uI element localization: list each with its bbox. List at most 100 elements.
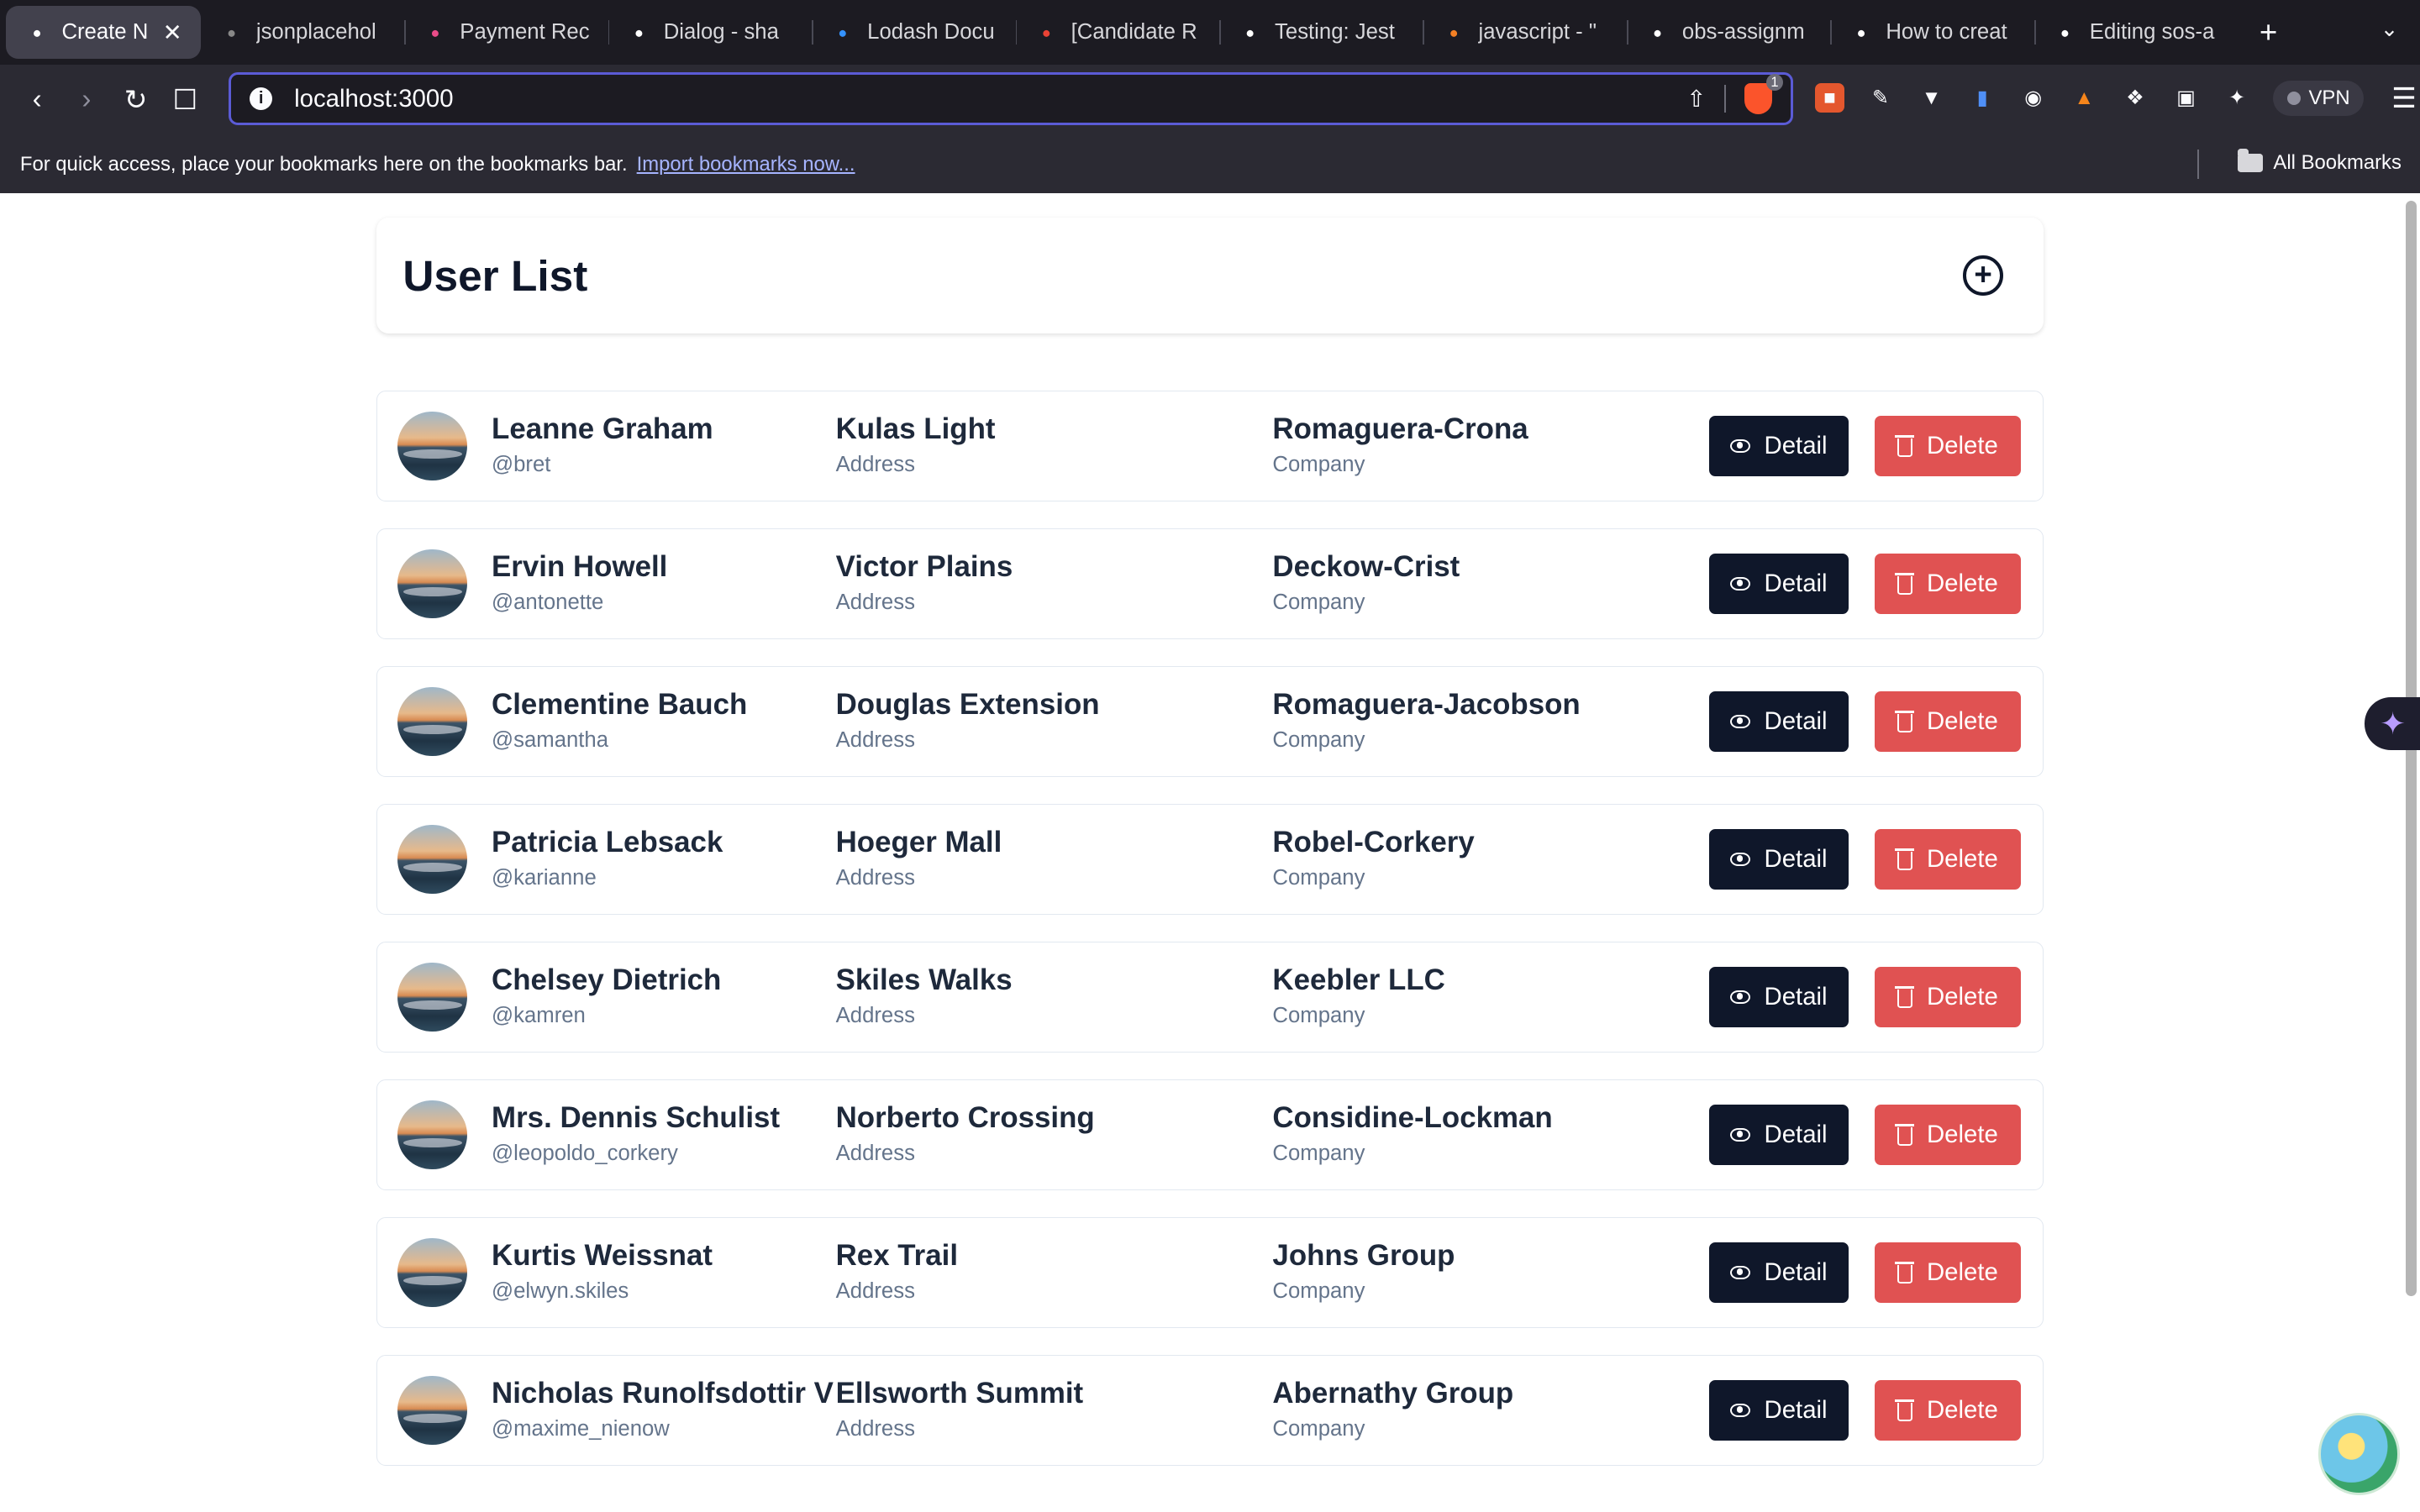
detail-label: Detail — [1764, 982, 1828, 1011]
delete-button[interactable]: Delete — [1874, 967, 2022, 1027]
browser-tab[interactable]: ● How to creat — [1830, 6, 2033, 58]
user-row: Leanne Graham @bret Kulas Light Address … — [376, 390, 2044, 501]
user-address-cell: Rex Trail Address — [836, 1239, 958, 1303]
hamburger-menu-icon[interactable]: ☰ — [2391, 81, 2417, 115]
plus-icon: + — [1974, 257, 1992, 292]
avatar — [397, 549, 467, 619]
vpn-button[interactable]: VPN — [2273, 80, 2365, 117]
user-name: Leanne Graham — [492, 412, 713, 446]
user-address-cell: Douglas Extension Address — [836, 688, 1100, 752]
screenshot-extension-icon[interactable]: ◉ — [2018, 83, 2048, 113]
detail-button[interactable]: Detail — [1709, 691, 1849, 752]
delete-button[interactable]: Delete — [1874, 1380, 2022, 1441]
user-company: Deckow-Crist — [1272, 550, 1460, 584]
browser-tab[interactable]: ● Payment Rec — [404, 6, 608, 58]
leo-ai-icon[interactable]: ✦ — [2223, 83, 2252, 113]
user-name: Clementine Bauch — [492, 688, 748, 722]
detail-button[interactable]: Detail — [1709, 829, 1849, 890]
company-caption: Company — [1272, 1003, 1365, 1027]
address-caption: Address — [835, 1278, 915, 1303]
url-text[interactable]: localhost:3000 — [294, 85, 1686, 113]
address-bar[interactable]: i localhost:3000 ⇧ 1 — [228, 72, 1794, 125]
leo-sidebar-sparkle-icon[interactable]: ✦ — [2364, 697, 2420, 750]
delete-button[interactable]: Delete — [1874, 1105, 2022, 1165]
user-name-cell: Nicholas Runolfsdottir V @maxime_nienow — [492, 1377, 834, 1441]
eye-icon — [1730, 1403, 1750, 1418]
tab-title: Create N — [61, 20, 149, 45]
delete-label: Delete — [1926, 1257, 1998, 1286]
page-title: User List — [402, 250, 588, 300]
eye-icon — [1730, 714, 1750, 729]
user-list: Leanne Graham @bret Kulas Light Address … — [376, 390, 2044, 1493]
detail-label: Detail — [1764, 844, 1828, 873]
github-icon: ● — [2060, 23, 2070, 41]
delete-button[interactable]: Delete — [1874, 1242, 2022, 1303]
tab-bar: ● Create N ✕ ● jsonplacehol ● Payment Rec ● Dial… — [0, 0, 2420, 66]
wallet-icon[interactable]: ▣ — [2171, 83, 2201, 113]
detail-button[interactable]: Detail — [1709, 1105, 1849, 1165]
docs-extension-icon[interactable]: ▮ — [1968, 83, 1997, 113]
import-bookmarks-link[interactable]: Import bookmarks now... — [637, 153, 855, 176]
close-tab-icon[interactable]: ✕ — [163, 19, 182, 46]
avatar — [397, 686, 467, 757]
user-row: Chelsey Dietrich @kamren Skiles Walks Ad… — [376, 941, 2044, 1053]
share-icon[interactable]: ⇧ — [1686, 86, 1706, 113]
user-name-cell: Leanne Graham @bret — [492, 412, 713, 476]
browser-tab[interactable]: ● jsonplacehol — [201, 6, 404, 58]
company-caption: Company — [1272, 1416, 1365, 1441]
brave-shields-icon[interactable]: 1 — [1744, 74, 1784, 114]
vercel-triangle-icon: ● — [32, 23, 42, 41]
delete-label: Delete — [1926, 982, 1998, 1011]
browser-tab[interactable]: ● Create N ✕ — [6, 6, 201, 59]
tab-title: Dialog - sha — [663, 20, 779, 45]
user-address-cell: Norberto Crossing Address — [836, 1101, 1095, 1165]
vue-devtools-icon[interactable]: ▼ — [1917, 83, 1946, 113]
browser-tab[interactable]: ● [Candidate R — [1015, 6, 1219, 58]
delete-button[interactable]: Delete — [1874, 691, 2022, 752]
tab-title: Payment Rec — [460, 20, 590, 45]
forward-button[interactable]: › — [61, 84, 111, 116]
browser-tab[interactable]: ● javascript - " — [1423, 6, 1626, 58]
reload-button[interactable]: ↻ — [111, 83, 160, 117]
browser-tab[interactable]: ● Editing sos-a — [2033, 6, 2238, 58]
browser-tab[interactable]: ● Lodash Docu — [812, 6, 1015, 58]
lodash-icon: ● — [838, 23, 848, 41]
bookmark-page-button[interactable]: ☐ — [160, 83, 210, 117]
back-button[interactable]: ‹ — [13, 84, 62, 116]
browser-tab[interactable]: ● obs-assignm — [1626, 6, 1830, 58]
extensions-puzzle-icon[interactable]: ❖ — [2121, 83, 2150, 113]
detail-button[interactable]: Detail — [1709, 967, 1849, 1027]
navigation-toolbar: ‹ › ↻ ☐ i localhost:3000 ⇧ 1 ■ ✎ ▼ ▮ ◉ ▲… — [0, 65, 2420, 136]
user-company-cell: Abernathy Group Company — [1272, 1377, 1513, 1441]
detail-button[interactable]: Detail — [1709, 1380, 1849, 1441]
add-user-button[interactable]: + — [1963, 255, 2004, 296]
detail-button[interactable]: Detail — [1709, 416, 1849, 476]
all-bookmarks-button[interactable]: All Bookmarks — [2238, 149, 2402, 175]
delete-button[interactable]: Delete — [1874, 829, 2022, 890]
vpn-status-icon — [2286, 91, 2302, 106]
browser-tab[interactable]: ● Testing: Jest — [1218, 6, 1423, 58]
tab-title: [Candidate R — [1071, 20, 1197, 45]
new-tab-button[interactable]: + — [2260, 15, 2277, 50]
floating-avatar-icon[interactable] — [2317, 1413, 2401, 1495]
tab-list-chevron-icon[interactable]: ⌄ — [2381, 17, 2399, 42]
address-caption: Address — [835, 1141, 915, 1165]
metamask-fox-icon[interactable]: ▲ — [2070, 83, 2099, 113]
dev-icon: ● — [1856, 23, 1866, 41]
detail-button[interactable]: Detail — [1709, 554, 1849, 614]
divider — [1724, 85, 1727, 113]
detail-button[interactable]: Detail — [1709, 1242, 1849, 1303]
company-caption: Company — [1272, 590, 1365, 614]
shield-count-badge: 1 — [1765, 74, 1784, 92]
address-caption: Address — [835, 452, 915, 476]
delete-button[interactable]: Delete — [1874, 416, 2022, 476]
github-icon: ● — [1653, 23, 1663, 41]
rewards-extension-icon[interactable]: ■ — [1814, 83, 1844, 113]
dribbble-icon: ● — [430, 23, 440, 41]
site-info-icon[interactable]: i — [249, 87, 273, 111]
browser-tab[interactable]: ● Dialog - sha — [608, 6, 812, 58]
delete-button[interactable]: Delete — [1874, 554, 2022, 614]
eyedropper-extension-icon[interactable]: ✎ — [1866, 83, 1896, 113]
user-company-cell: Considine-Lockman Company — [1272, 1101, 1552, 1165]
address-caption: Address — [835, 727, 915, 752]
